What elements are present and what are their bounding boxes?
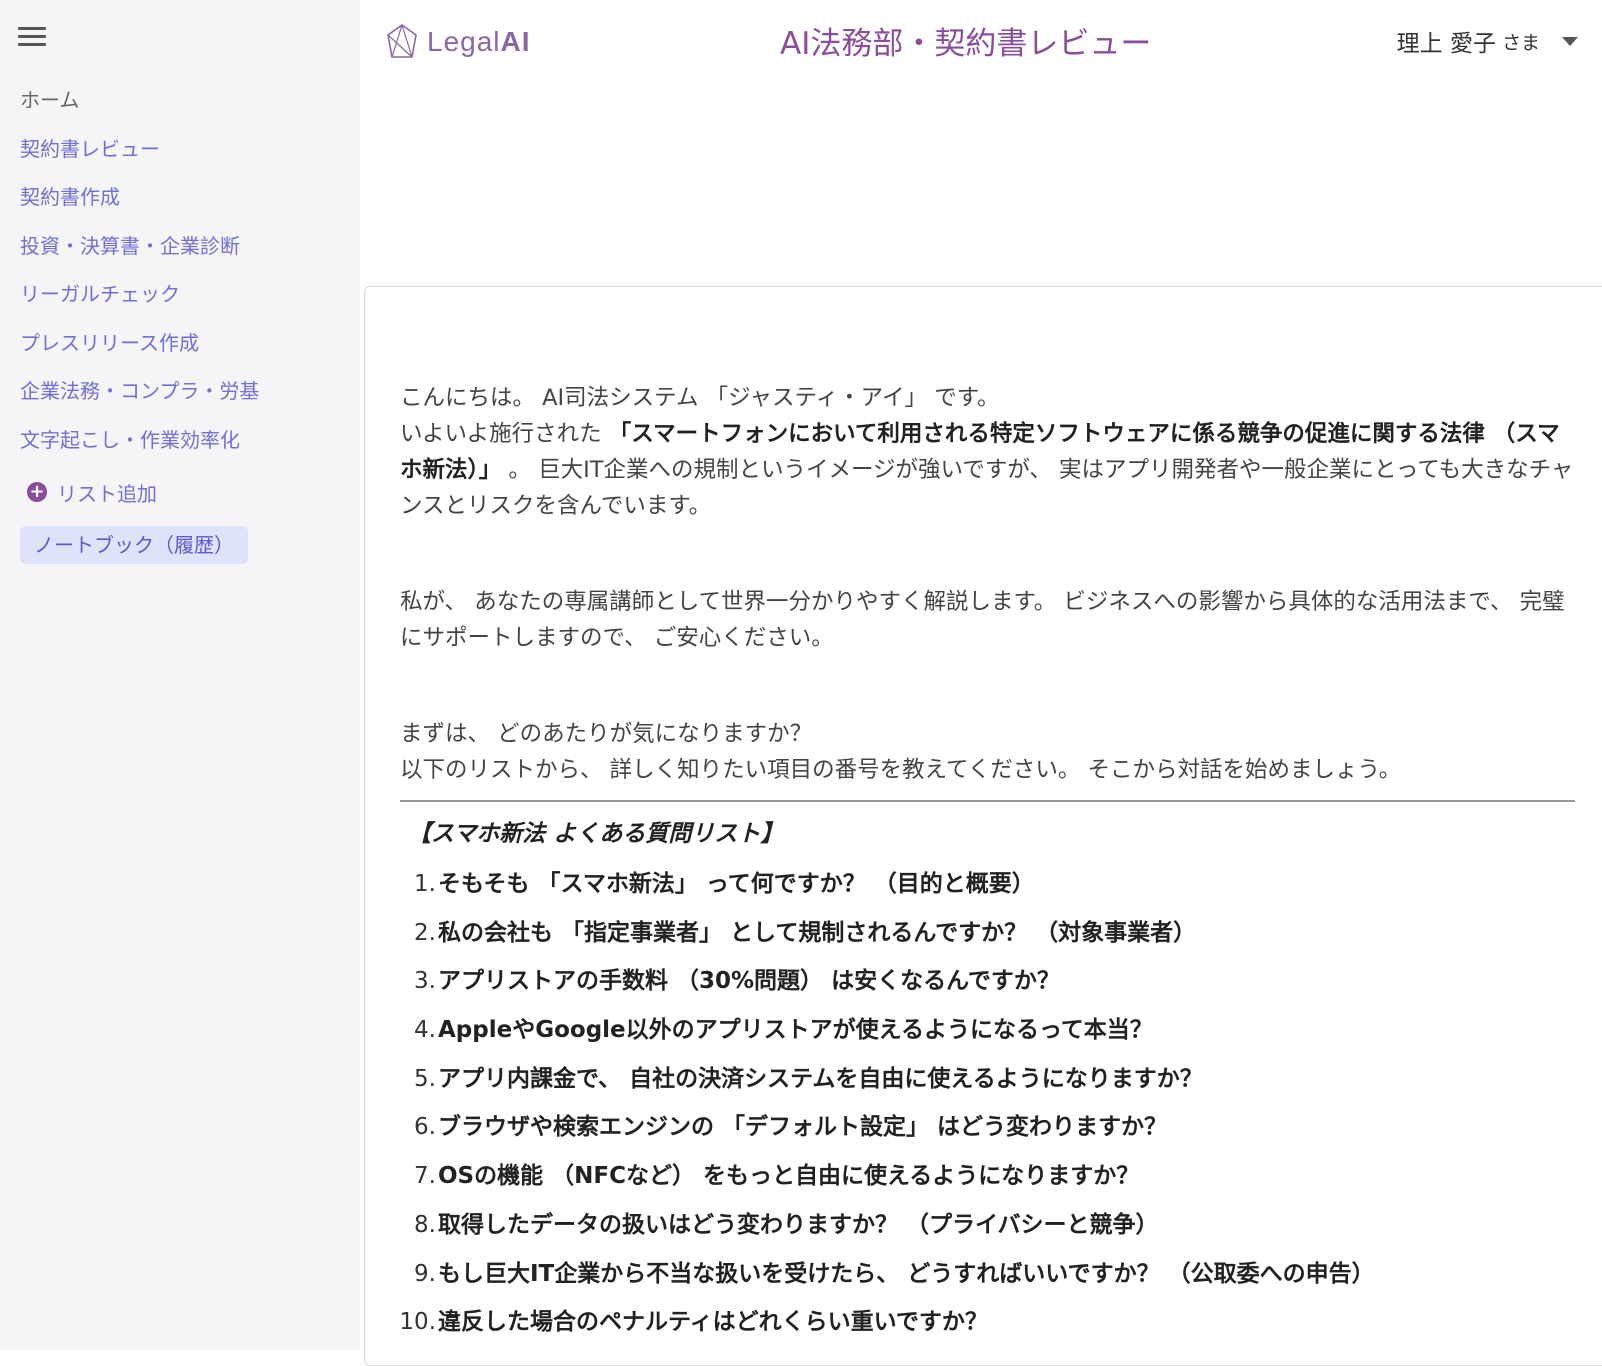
- notebook-history-button[interactable]: ノートブック（履歴）: [20, 526, 248, 564]
- assistant-message: こんにちは。 AI司法システム 「ジャスティ・アイ」 です。 いよいよ施行された…: [399, 380, 1575, 1347]
- sidebar-item-press-release[interactable]: プレスリリース作成: [20, 323, 350, 372]
- caret-down-icon: [1562, 36, 1578, 46]
- faq-title: 【スマホ新法 よくある質問リスト】: [408, 821, 784, 847]
- sidebar-item-contract-create[interactable]: 契約書作成: [20, 177, 350, 226]
- lecturer-paragraph: 私が、 あなたの専属講師として世界一分かりやすく解説します。 ビジネスへの影響か…: [400, 589, 1565, 651]
- sidebar-item-contract-review[interactable]: 契約書レビュー: [20, 129, 350, 178]
- question-line: まずは、 どのあたりが気になりますか？: [400, 721, 813, 747]
- sidebar-item-investment[interactable]: 投資・決算書・企業診断: [20, 226, 350, 275]
- user-name: 理上 愛子: [1396, 31, 1496, 57]
- user-menu[interactable]: 理上 愛子 さま: [1397, 24, 1578, 58]
- faq-item[interactable]: 8. 取得したデータの扱いはどう変わりますか？ （プライバシーと競争）: [400, 1201, 1575, 1250]
- user-honorific: さま: [1501, 31, 1540, 54]
- divider: [400, 800, 1575, 802]
- faq-item[interactable]: 1. そもそも 「スマホ新法」 って何ですか？ （目的と概要）: [400, 860, 1575, 909]
- logo-icon: [387, 24, 417, 58]
- sidebar: ホーム 契約書レビュー 契約書作成 投資・決算書・企業診断 リーガルチェック プ…: [0, 0, 360, 1350]
- faq-item[interactable]: 7. OSの機能 （NFCなど） をもっと自由に使えるようになりますか？: [400, 1152, 1575, 1201]
- instruction-line: 以下のリストから、 詳しく知りたい項目の番号を教えてください。 そこから対話を始…: [400, 757, 1402, 783]
- sidebar-item-corporate-legal[interactable]: 企業法務・コンプラ・労基: [20, 371, 350, 420]
- logo-text: LegalAI: [427, 26, 531, 57]
- faq-item[interactable]: 5. アプリ内課金で、 自社の決済システムを自由に使えるようになりますか？: [400, 1055, 1575, 1104]
- add-list-button[interactable]: + リスト追加: [20, 472, 350, 512]
- faq-item[interactable]: 9. もし巨大IT企業から不当な扱いを受けたら、 どうすればいいですか？ （公取委…: [400, 1250, 1575, 1299]
- intro-paragraph: いよいよ施行された 「スマートフォンにおいて利用される特定ソフトウェアに係る競争…: [400, 421, 1574, 519]
- faq-item[interactable]: 10. 違反した場合のペナルティはどれくらい重いですか？: [399, 1298, 1575, 1347]
- faq-item[interactable]: 3. アプリストアの手数料 （30%問題） は安くなるんですか？: [400, 957, 1575, 1006]
- faq-item[interactable]: 4. AppleやGoogle以外のアプリストアが使えるようになるって本当？: [400, 1006, 1575, 1055]
- hamburger-menu-icon[interactable]: [18, 27, 48, 49]
- sidebar-item-legal-check[interactable]: リーガルチェック: [20, 274, 350, 323]
- logo[interactable]: LegalAI: [385, 22, 531, 62]
- faq-item[interactable]: 6. ブラウザや検索エンジンの 「デフォルト設定」 はどう変わりますか？: [400, 1103, 1575, 1152]
- faq-list: 1. そもそも 「スマホ新法」 って何ですか？ （目的と概要） 2. 私の会社も 「…: [399, 860, 1575, 1347]
- greeting-line: こんにちは。 AI司法システム 「ジャスティ・アイ」 です。: [400, 385, 1000, 411]
- sidebar-item-home[interactable]: ホーム: [20, 80, 350, 129]
- sidebar-item-transcription[interactable]: 文字起こし・作業効率化: [20, 420, 350, 469]
- add-list-label: リスト追加: [57, 481, 157, 506]
- page-title: AI法務部・契約書レビュー: [780, 26, 1152, 62]
- sidebar-nav: ホーム 契約書レビュー 契約書作成 投資・決算書・企業診断 リーガルチェック プ…: [20, 80, 350, 564]
- faq-item[interactable]: 2. 私の会社も 「指定事業者」 として規制されるんですか？ （対象事業者）: [400, 909, 1575, 958]
- plus-circle-icon: +: [27, 482, 47, 502]
